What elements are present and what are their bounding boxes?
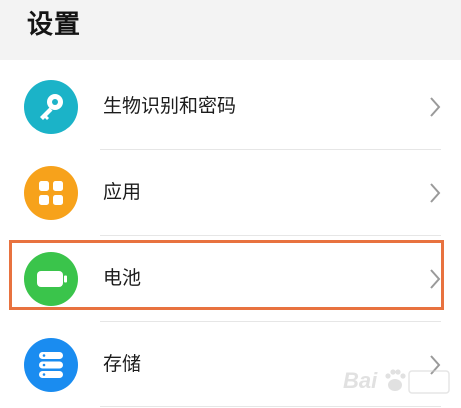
- header: 设置: [0, 0, 461, 60]
- settings-list: 生物识别和密码 应用 电池 存储: [0, 60, 461, 408]
- settings-item-label: 存储: [103, 353, 142, 375]
- highlight-box: [9, 240, 444, 310]
- divider: [100, 406, 441, 407]
- chevron-right-icon: [430, 97, 441, 117]
- chevron-right-icon: [430, 183, 441, 203]
- baidu-watermark: Bai: [343, 368, 450, 394]
- watermark-badge: [408, 370, 450, 394]
- watermark-text: Bai: [343, 368, 378, 393]
- settings-item-biometrics-password[interactable]: 生物识别和密码: [0, 64, 461, 150]
- key-icon: [24, 80, 78, 134]
- page-title: 设置: [27, 10, 82, 40]
- settings-item-apps[interactable]: 应用: [0, 150, 461, 236]
- storage-icon: [24, 338, 78, 392]
- apps-grid-icon: [24, 166, 78, 220]
- baidu-paw-icon: [385, 369, 406, 391]
- settings-item-label: 生物识别和密码: [103, 95, 237, 117]
- settings-item-label: 应用: [103, 181, 142, 203]
